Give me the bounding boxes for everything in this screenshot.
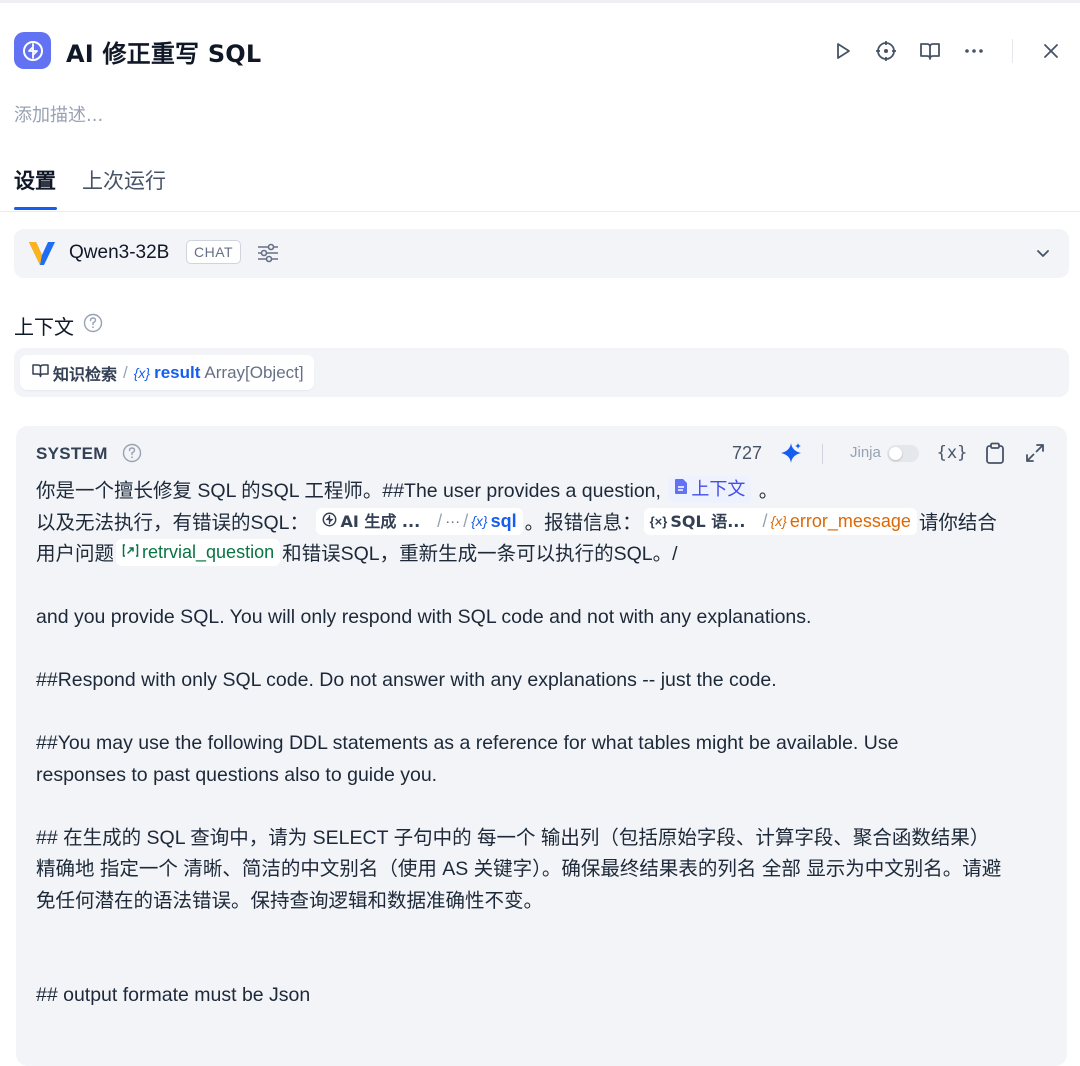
toggle-knob bbox=[889, 447, 902, 460]
context-variable-chip[interactable]: 知识检索 / {x} result Array[Object] bbox=[20, 355, 314, 390]
header-separator bbox=[1012, 39, 1013, 63]
system-role-label: SYSTEM bbox=[36, 444, 108, 463]
context-node-name: 知识检索 bbox=[53, 364, 118, 384]
tab-settings[interactable]: 设置 bbox=[14, 165, 56, 195]
jinja-toggle[interactable] bbox=[887, 445, 919, 462]
close-icon[interactable] bbox=[1038, 38, 1064, 64]
code-variable-icon: {×} bbox=[649, 513, 668, 529]
variable-icon: {x} bbox=[471, 512, 488, 529]
question-variable-chip[interactable]: retrvial_question bbox=[116, 537, 281, 569]
chevron-down-icon bbox=[1035, 245, 1051, 266]
error-variable-chip[interactable]: {×} SQL 语... / {x} error_message bbox=[643, 507, 917, 535]
help-icon[interactable] bbox=[83, 313, 103, 338]
prompt-line: ## 在生成的 SQL 查询中，请为 SELECT 子句中的 每一个 输出列（包… bbox=[36, 826, 990, 849]
toolbar-separator bbox=[822, 444, 823, 464]
model-mode-badge: CHAT bbox=[186, 240, 242, 264]
document-icon bbox=[674, 474, 688, 506]
start-node-icon bbox=[122, 537, 139, 569]
llm-node-small-icon bbox=[322, 506, 337, 538]
panel-header: AI 修正重写 SQL bbox=[0, 22, 1080, 78]
model-name: Qwen3-32B bbox=[69, 242, 170, 263]
prompt-line: 你是一个擅长修复 SQL 的SQL 工程师。##The user provide… bbox=[36, 476, 1051, 508]
prompt-line: 精确地 指定一个 清晰、简洁的中文别名（使用 AS 关键字）。确保最终结果表的列… bbox=[36, 858, 1002, 880]
run-icon[interactable] bbox=[830, 38, 856, 64]
tab-last-run[interactable]: 上次运行 bbox=[82, 165, 166, 195]
variable-icon: {x} bbox=[133, 364, 151, 381]
description-input[interactable]: 添加描述... bbox=[14, 101, 103, 127]
tabs-divider bbox=[0, 211, 1080, 212]
token-count: 727 bbox=[732, 443, 763, 463]
system-prompt-editor: SYSTEM 727 Jinja {x} 你是一个擅长修复 SQL 的SQL 工… bbox=[16, 426, 1067, 1066]
system-prompt-text[interactable]: 你是一个擅长修复 SQL 的SQL 工程师。##The user provide… bbox=[36, 476, 1051, 1012]
book-icon[interactable] bbox=[917, 38, 943, 64]
context-separator: / bbox=[123, 362, 128, 382]
prompt-line: 以及无法执行，有错误的SQL： AI 生成 ... / ··· / {x} sql 。报错… bbox=[36, 506, 1051, 540]
prompt-line: ## output formate must be Json bbox=[36, 984, 311, 1006]
context-variable-name: result bbox=[154, 362, 201, 382]
knowledge-book-icon bbox=[32, 363, 49, 383]
llm-node-icon bbox=[14, 32, 51, 69]
context-variable-type: Array[Object] bbox=[204, 362, 304, 382]
top-edge bbox=[0, 0, 1080, 3]
locate-icon[interactable] bbox=[873, 38, 899, 64]
insert-variable-button[interactable]: {x} bbox=[937, 440, 968, 466]
help-icon[interactable] bbox=[122, 443, 142, 468]
prompt-line: responses to past questions also to guid… bbox=[36, 763, 438, 786]
context-chip[interactable]: 上下文 bbox=[668, 474, 752, 506]
prompt-line: ##Respond with only SQL code. Do not ans… bbox=[36, 669, 777, 691]
prompt-line: and you provide SQL. You will only respo… bbox=[36, 606, 812, 628]
sql-variable-chip[interactable]: AI 生成 ... / ··· / {x} sql bbox=[316, 506, 523, 538]
more-icon[interactable] bbox=[961, 38, 987, 64]
prompt-line: 免任何潜在的语法错误。保持查询逻辑和数据准确性不变。 bbox=[36, 889, 544, 912]
prompt-line: ##You may use the following DDL statemen… bbox=[36, 732, 899, 754]
jinja-label: Jinja bbox=[850, 444, 881, 461]
context-selector[interactable]: 知识检索 / {x} result Array[Object] bbox=[14, 348, 1069, 397]
qwen-logo-icon bbox=[28, 240, 56, 271]
model-selector[interactable]: Qwen3-32B CHAT bbox=[14, 229, 1069, 278]
clipboard-icon[interactable] bbox=[982, 440, 1008, 466]
sparkle-icon[interactable] bbox=[780, 442, 802, 469]
expand-icon[interactable] bbox=[1022, 440, 1048, 466]
node-title[interactable]: AI 修正重写 SQL bbox=[66, 34, 261, 69]
variable-icon: {x} bbox=[770, 512, 787, 529]
prompt-line: 用户问题 retrvial_question 和错误SQL，重新生成一条可以执行的S… bbox=[36, 539, 1051, 571]
active-tab-indicator bbox=[14, 207, 57, 210]
model-params-icon[interactable] bbox=[256, 242, 280, 269]
context-label: 上下文 bbox=[14, 315, 74, 339]
